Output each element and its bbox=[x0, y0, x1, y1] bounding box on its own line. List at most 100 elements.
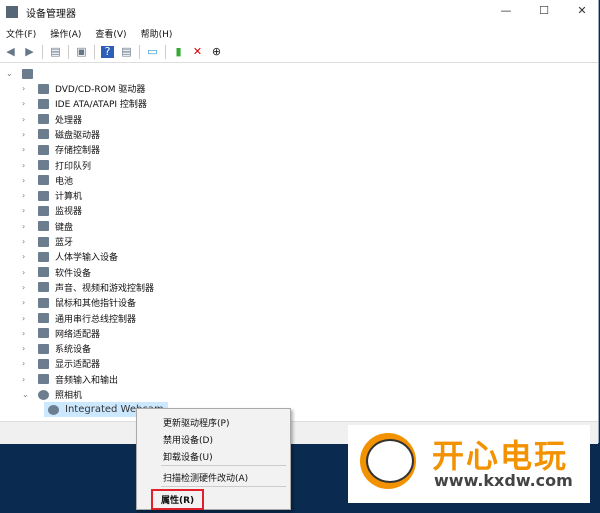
category-label: 打印队列 bbox=[55, 161, 92, 172]
category-label: 声音、视频和游戏控制器 bbox=[55, 283, 155, 294]
separator bbox=[68, 45, 69, 59]
device-category-icon bbox=[38, 374, 49, 385]
category-label: 人体学输入设备 bbox=[55, 253, 119, 264]
chevron-right-icon[interactable]: › bbox=[22, 375, 32, 384]
tree-category[interactable]: › 网络适配器 bbox=[22, 326, 100, 341]
device-category-icon bbox=[38, 236, 49, 247]
category-label: 电池 bbox=[55, 176, 74, 187]
tree-category[interactable]: › 存储控制器 bbox=[22, 142, 100, 157]
chevron-right-icon[interactable]: › bbox=[22, 329, 32, 338]
tree-root[interactable]: ⌄ bbox=[6, 66, 39, 81]
menu-help[interactable]: 帮助(H) bbox=[141, 27, 173, 40]
chevron-right-icon[interactable]: › bbox=[22, 176, 32, 185]
tree-category[interactable]: › 通用串行总线控制器 bbox=[22, 311, 136, 326]
toolbar: ◀ ▶ ▤ ▣ ? ▤ ▭ ▮ ✕ ⊕ bbox=[0, 42, 598, 63]
tree-category[interactable]: › 人体学输入设备 bbox=[22, 249, 118, 264]
device-category-icon bbox=[38, 205, 49, 216]
menu-properties[interactable]: 属性(R) bbox=[151, 489, 205, 510]
device-category-icon bbox=[38, 251, 49, 262]
tree-category[interactable]: › 蓝牙 bbox=[22, 234, 73, 249]
menu-uninstall-device[interactable]: 卸载设备(U) bbox=[163, 450, 213, 463]
chevron-right-icon[interactable]: › bbox=[22, 191, 32, 200]
monitor-icon[interactable]: ▭ bbox=[146, 46, 159, 58]
tree-category[interactable]: › 声音、视频和游戏控制器 bbox=[22, 280, 154, 295]
chevron-down-icon[interactable]: ⌄ bbox=[22, 390, 32, 399]
chevron-right-icon[interactable]: › bbox=[22, 84, 32, 93]
watermark-logo: 开心电玩 www.kxdw.com bbox=[348, 425, 590, 503]
tree-category[interactable]: › DVD/CD-ROM 驱动器 bbox=[22, 81, 145, 96]
menu-update-driver[interactable]: 更新驱动程序(P) bbox=[163, 416, 229, 429]
chevron-right-icon[interactable]: › bbox=[22, 115, 32, 124]
chevron-down-icon[interactable]: ⌄ bbox=[6, 69, 16, 78]
forward-icon[interactable]: ▶ bbox=[23, 46, 36, 58]
help-icon[interactable]: ? bbox=[101, 46, 114, 58]
chevron-right-icon[interactable]: › bbox=[22, 145, 32, 154]
chevron-right-icon[interactable]: › bbox=[22, 99, 32, 108]
menu-disable-device[interactable]: 禁用设备(D) bbox=[163, 433, 213, 446]
menu-bar: 文件(F) 操作(A) 查看(V) 帮助(H) bbox=[0, 24, 598, 42]
category-label: 系统设备 bbox=[55, 345, 92, 356]
context-menu: 更新驱动程序(P) 禁用设备(D) 卸载设备(U) 扫描检测硬件改动(A) 属性… bbox=[136, 408, 291, 510]
camera-icon bbox=[38, 389, 49, 400]
tree-category[interactable]: › 鼠标和其他指针设备 bbox=[22, 295, 136, 310]
tree-category[interactable]: › 磁盘驱动器 bbox=[22, 127, 100, 142]
chevron-right-icon[interactable]: › bbox=[22, 359, 32, 368]
tree-category[interactable]: › 音频输入和输出 bbox=[22, 372, 118, 387]
tree-category[interactable]: › 计算机 bbox=[22, 188, 82, 203]
chevron-right-icon[interactable]: › bbox=[22, 161, 32, 170]
tree-category[interactable]: › 键盘 bbox=[22, 219, 73, 234]
properties-icon[interactable]: ▣ bbox=[75, 46, 88, 58]
chevron-right-icon[interactable]: › bbox=[22, 314, 32, 323]
menu-file[interactable]: 文件(F) bbox=[6, 27, 36, 40]
device-tree: ⌄ › DVD/CD-ROM 驱动器 › IDE ATA/ATAPI 控制器 › 处理器 ›… bbox=[0, 64, 598, 421]
tree-category[interactable]: › 打印队列 bbox=[22, 158, 91, 173]
category-label: 存储控制器 bbox=[55, 146, 101, 157]
device-category-icon bbox=[38, 114, 49, 125]
chevron-right-icon[interactable]: › bbox=[22, 130, 32, 139]
tree-category-camera[interactable]: ⌄ 照相机 bbox=[22, 387, 82, 402]
category-label: 照相机 bbox=[55, 391, 83, 401]
close-button[interactable]: ✕ bbox=[572, 4, 592, 17]
chevron-right-icon[interactable]: › bbox=[22, 222, 32, 231]
tree-category[interactable]: › 电池 bbox=[22, 173, 73, 188]
tree-category[interactable]: › 软件设备 bbox=[22, 265, 91, 280]
maximize-button[interactable]: ☐ bbox=[534, 4, 554, 17]
device-category-icon bbox=[38, 190, 49, 201]
chevron-right-icon[interactable]: › bbox=[22, 252, 32, 261]
category-label: 显示适配器 bbox=[55, 360, 101, 371]
show-hide-tree-icon[interactable]: ▤ bbox=[49, 46, 62, 58]
download-icon[interactable]: ⊕ bbox=[210, 46, 223, 58]
category-label: 通用串行总线控制器 bbox=[55, 314, 137, 325]
tree-category[interactable]: › 监视器 bbox=[22, 203, 82, 218]
tree-category[interactable]: › 系统设备 bbox=[22, 341, 91, 356]
title-bar: 设备管理器 — ☐ ✕ bbox=[0, 0, 598, 24]
update-driver-icon[interactable]: ▮ bbox=[172, 46, 185, 58]
chevron-right-icon[interactable]: › bbox=[22, 268, 32, 277]
category-label: 键盘 bbox=[55, 222, 74, 233]
back-icon[interactable]: ◀ bbox=[4, 46, 17, 58]
chevron-right-icon[interactable]: › bbox=[22, 298, 32, 307]
chevron-right-icon[interactable]: › bbox=[22, 206, 32, 215]
category-label: DVD/CD-ROM 驱动器 bbox=[55, 85, 146, 95]
webcam-icon bbox=[48, 404, 59, 415]
device-category-icon bbox=[38, 129, 49, 140]
tree-category[interactable]: › IDE ATA/ATAPI 控制器 bbox=[22, 96, 147, 111]
chevron-right-icon[interactable]: › bbox=[22, 283, 32, 292]
chevron-right-icon[interactable]: › bbox=[22, 237, 32, 246]
separator bbox=[161, 486, 286, 487]
chevron-right-icon[interactable]: › bbox=[22, 344, 32, 353]
uninstall-icon[interactable]: ✕ bbox=[191, 46, 204, 58]
app-icon bbox=[6, 6, 18, 18]
menu-action[interactable]: 操作(A) bbox=[50, 27, 81, 40]
separator bbox=[161, 465, 286, 466]
category-label: 软件设备 bbox=[55, 268, 92, 279]
separator bbox=[139, 45, 140, 59]
category-label: 网络适配器 bbox=[55, 329, 101, 340]
view-icon[interactable]: ▤ bbox=[120, 46, 133, 58]
minimize-button[interactable]: — bbox=[496, 4, 516, 17]
device-category-icon bbox=[38, 144, 49, 155]
menu-scan-hardware[interactable]: 扫描检测硬件改动(A) bbox=[163, 471, 248, 484]
menu-view[interactable]: 查看(V) bbox=[95, 27, 126, 40]
tree-category[interactable]: › 处理器 bbox=[22, 112, 82, 127]
tree-category[interactable]: › 显示适配器 bbox=[22, 356, 100, 371]
